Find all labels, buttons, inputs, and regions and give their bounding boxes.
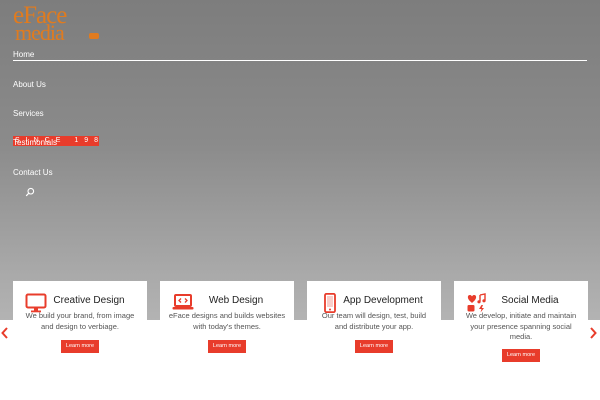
service-card-app-development: App Development Our team will design, te…: [307, 281, 441, 371]
logo-text-line2: media: [15, 20, 65, 45]
nav-about-us[interactable]: About Us: [13, 80, 46, 89]
nav-home[interactable]: Home: [13, 50, 34, 59]
service-description: We develop, initiate and maintain your p…: [465, 311, 577, 341]
search-icon[interactable]: [25, 187, 35, 197]
eface-media-logo[interactable]: eFace media: [13, 3, 103, 45]
learn-more-button[interactable]: Learn more: [61, 340, 99, 353]
service-card-web-design: Web Design eFace designs and builds webs…: [160, 281, 294, 371]
service-card-social-media: Social Media We develop, initiate and ma…: [454, 281, 588, 371]
learn-more-button[interactable]: Learn more: [208, 340, 246, 353]
service-description: Our team will design, test, build and di…: [321, 311, 427, 331]
service-title: App Development: [343, 295, 423, 306]
service-title: Web Design: [208, 295, 264, 306]
service-title: Social Media: [501, 295, 559, 306]
logo-mark: [89, 33, 99, 39]
nav-contact-us[interactable]: Contact Us: [13, 168, 53, 177]
service-title: Creative Design: [53, 295, 125, 306]
service-card-creative-design: Creative Design We build your brand, fro…: [13, 281, 147, 371]
service-description: We build your brand, from image and desi…: [25, 311, 135, 331]
nav-active-underline: [13, 60, 587, 61]
nav-services[interactable]: Services: [13, 109, 44, 118]
chevron-left-icon[interactable]: [0, 326, 10, 340]
learn-more-button[interactable]: Learn more: [355, 340, 393, 353]
chevron-right-icon[interactable]: [588, 326, 598, 340]
hero-banner: [0, 0, 600, 320]
learn-more-button[interactable]: Learn more: [502, 349, 540, 362]
service-description: eFace designs and builds websites with t…: [168, 311, 286, 331]
nav-testimonials[interactable]: Testimonials: [13, 138, 57, 147]
